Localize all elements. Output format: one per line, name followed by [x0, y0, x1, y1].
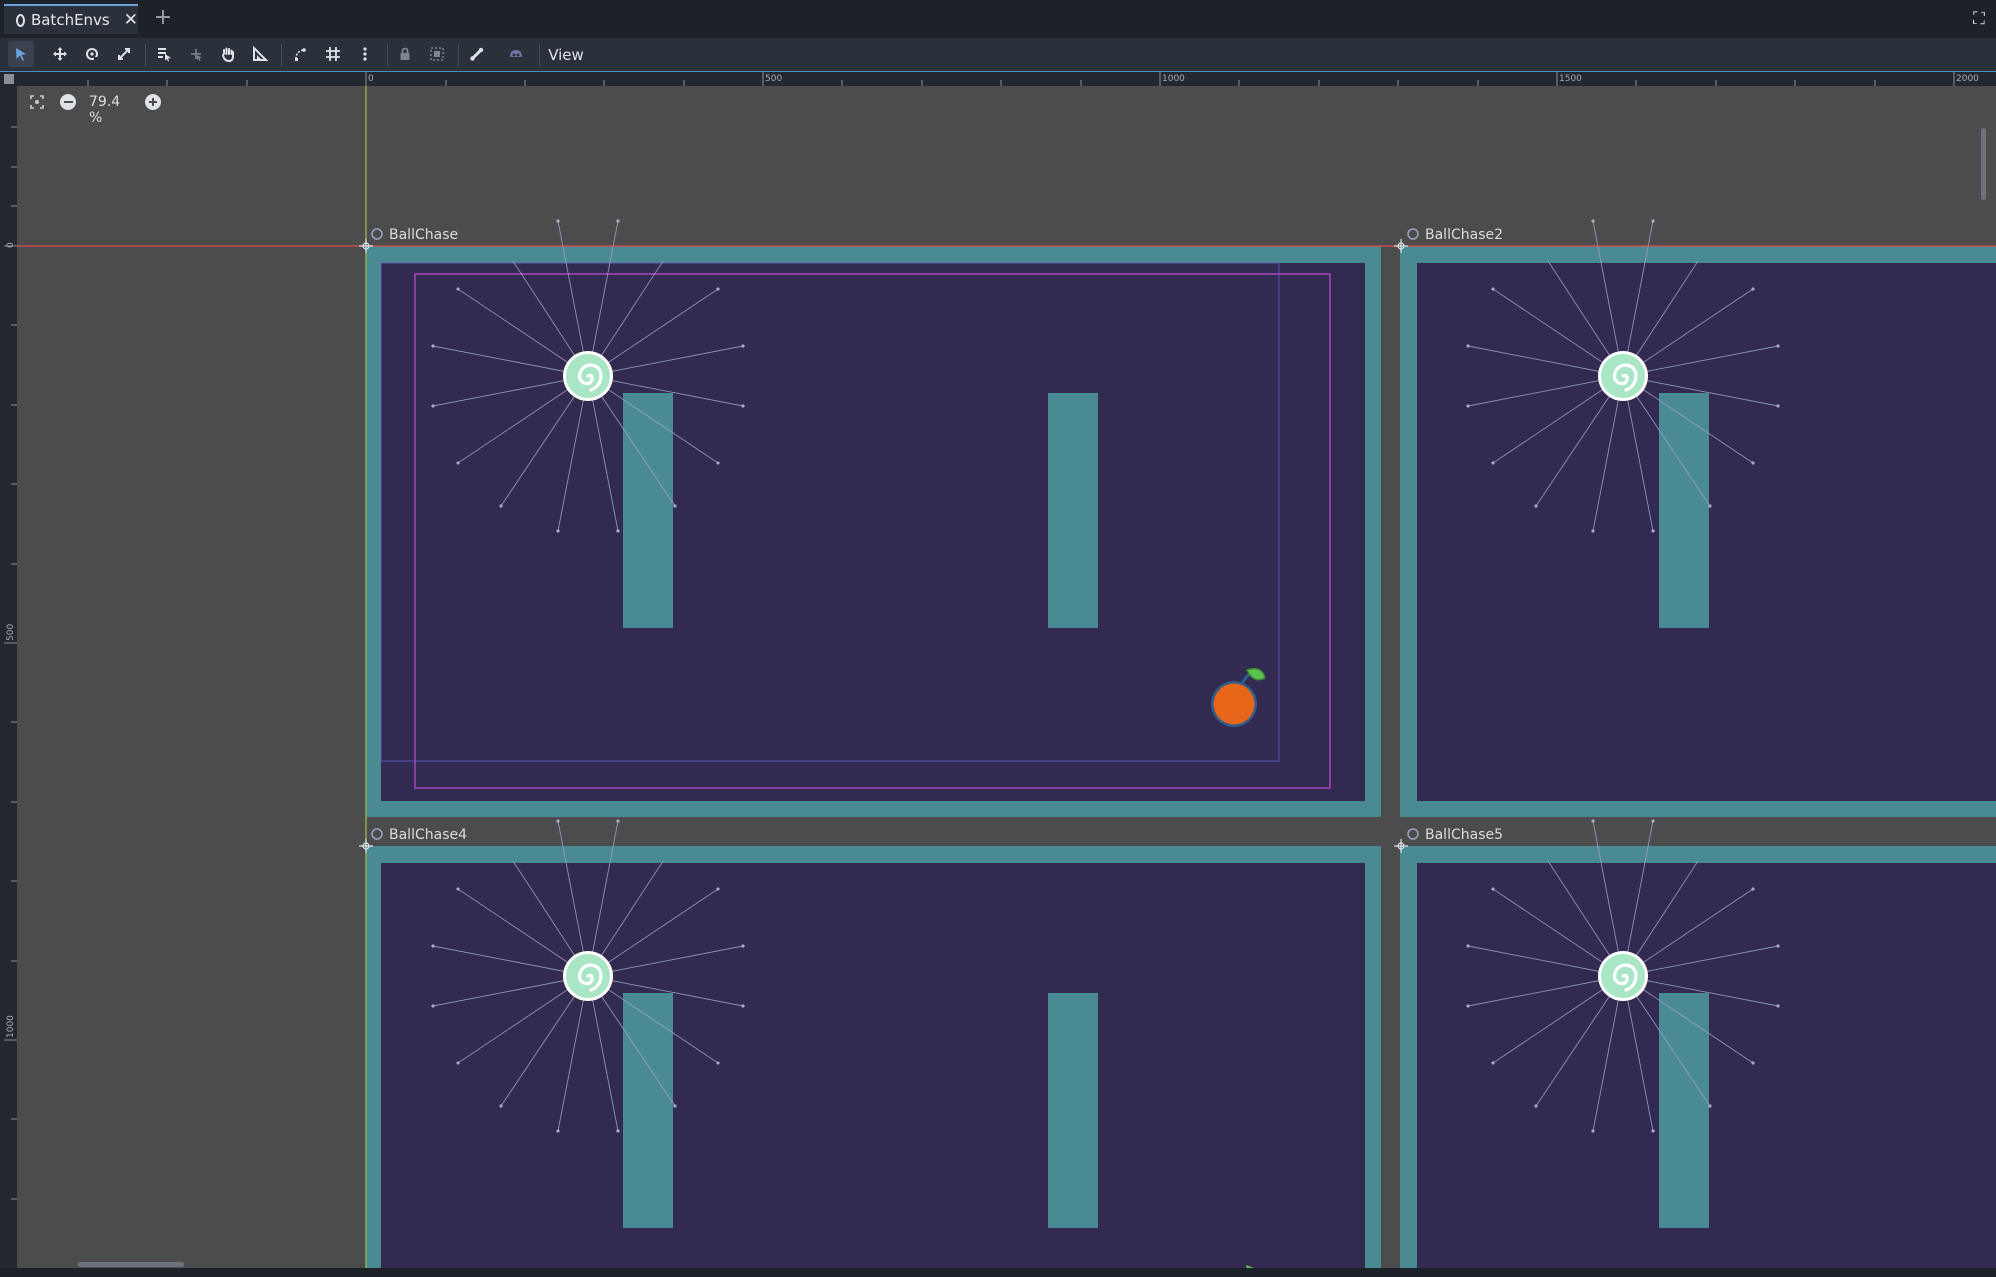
- zoom-in-button[interactable]: [145, 94, 161, 110]
- zoom-level-label[interactable]: 79.4 %: [89, 94, 120, 126]
- svg-text:500: 500: [765, 74, 782, 84]
- pillar[interactable]: [1048, 993, 1098, 1228]
- pan-icon[interactable]: [215, 41, 241, 67]
- group-icon[interactable]: [424, 41, 450, 67]
- lock-icon[interactable]: [392, 41, 418, 67]
- fullscreen-icon[interactable]: ⛶: [1966, 6, 1992, 32]
- close-icon[interactable]: ✕: [124, 10, 138, 30]
- agent-swirl-icon[interactable]: [1596, 949, 1650, 1003]
- svg-text:1000: 1000: [6, 1015, 16, 1038]
- svg-text:0: 0: [368, 74, 374, 84]
- pillar[interactable]: [1048, 393, 1098, 628]
- scene-tab-bar: BatchEnvs ✕ + ⛶: [0, 0, 1996, 38]
- svg-text:0: 0: [6, 242, 16, 248]
- tab-label: BatchEnvs: [30, 11, 110, 29]
- svg-text:2000: 2000: [1956, 74, 1979, 84]
- scene-icon: [16, 13, 25, 27]
- select-icon[interactable]: [8, 41, 34, 67]
- view-menu-button[interactable]: View: [544, 41, 588, 69]
- more-options-icon[interactable]: [352, 41, 378, 67]
- agent-swirl-icon[interactable]: [1596, 349, 1650, 403]
- canvas-viewport[interactable]: BallChase BallChase2 BallChase4 BallChas…: [0, 72, 1996, 1277]
- node-label-ballchase[interactable]: BallChase: [371, 227, 458, 243]
- ruler-icon[interactable]: [247, 41, 273, 67]
- agent-swirl-icon[interactable]: [561, 949, 615, 1003]
- vertical-scrollbar[interactable]: [1981, 128, 1986, 200]
- agent-swirl-icon[interactable]: [561, 349, 615, 403]
- list-select-icon[interactable]: [151, 41, 177, 67]
- canvas-toolbar: View: [0, 38, 1996, 72]
- svg-text:BallChase5: BallChase5: [1425, 827, 1503, 843]
- zoom-out-button[interactable]: [60, 94, 76, 110]
- add-tab-button[interactable]: +: [148, 4, 178, 34]
- horizontal-scrollbar[interactable]: [78, 1262, 184, 1267]
- pivot-icon[interactable]: [183, 41, 209, 67]
- svg-text:BallChase: BallChase: [389, 227, 458, 243]
- smart-snap-icon[interactable]: [288, 41, 314, 67]
- tab-batchenvs[interactable]: BatchEnvs ✕: [4, 4, 138, 34]
- override-camera-icon[interactable]: [503, 41, 529, 67]
- svg-text:1000: 1000: [1162, 74, 1185, 84]
- center-view-icon[interactable]: [28, 93, 46, 111]
- svg-text:1500: 1500: [1559, 74, 1582, 84]
- svg-text:500: 500: [6, 624, 16, 641]
- rotate-icon[interactable]: [79, 41, 105, 67]
- svg-text:BallChase2: BallChase2: [1425, 227, 1503, 243]
- move-icon[interactable]: [47, 41, 73, 67]
- skeleton-icon[interactable]: [464, 41, 490, 67]
- scale-icon[interactable]: [111, 41, 137, 67]
- svg-text:BallChase4: BallChase4: [389, 827, 467, 843]
- grid-snap-icon[interactable]: [320, 41, 346, 67]
- node-label-ballchase2[interactable]: BallChase2: [1407, 227, 1503, 243]
- ballchase4-room[interactable]: [366, 846, 1400, 1277]
- horizontal-ruler[interactable]: 0 500 1000 1500 2000: [0, 72, 1996, 86]
- vertical-ruler[interactable]: 0 500 1000: [0, 72, 17, 1277]
